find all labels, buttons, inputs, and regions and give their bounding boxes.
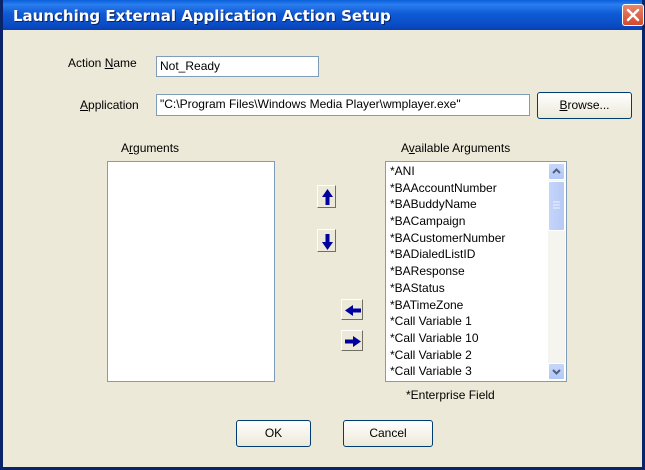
application-label-access-key: A [80, 98, 89, 112]
available-arguments-label: Available Arguments [401, 141, 510, 155]
application-label-part: pplication [88, 98, 139, 112]
action-name-label-part: Action [68, 56, 105, 70]
arguments-label-part: guments [133, 141, 180, 155]
chevron-up-icon [552, 168, 561, 174]
scroll-down-button[interactable] [548, 363, 565, 380]
arrow-up-icon [322, 189, 333, 205]
ok-button[interactable]: OK [236, 420, 311, 447]
browse-button[interactable]: Browse... [537, 92, 632, 119]
available-argument-item[interactable]: *BAResponse [387, 263, 548, 280]
grip-icon [553, 201, 560, 209]
available-argument-item[interactable]: *BAStatus [387, 280, 548, 297]
arrow-right-icon [345, 336, 361, 347]
available-argument-item[interactable]: *Call Variable 10 [387, 330, 548, 347]
arguments-list[interactable] [107, 161, 275, 382]
move-right-button[interactable] [341, 330, 363, 351]
available-argument-item[interactable]: *Call Variable 1 [387, 313, 548, 330]
title-bar[interactable]: Launching External Application Action Se… [3, 0, 644, 30]
chevron-down-icon [552, 369, 561, 375]
arrow-down-icon [322, 234, 333, 250]
arguments-label-part: A [121, 141, 130, 155]
browse-label-part: rowse... [567, 98, 610, 112]
available-argument-item[interactable]: *BACustomerNumber [387, 230, 548, 247]
available-arguments-list[interactable]: *ANI *BAAccountNumber *BABuddyName *BACampa… [387, 163, 548, 380]
enterprise-field-note: *Enterprise Field [406, 388, 495, 402]
available-argument-item[interactable]: *BABuddyName [387, 196, 548, 213]
application-label: Application [80, 98, 139, 112]
browse-access-key: B [559, 98, 568, 112]
application-path-field[interactable]: "C:\Program Files\Windows Media Player\w… [156, 94, 530, 116]
arrow-left-icon [345, 305, 361, 316]
available-argument-item[interactable]: *Call Variable 2 [387, 347, 548, 364]
available-argument-item[interactable]: *BAAccountNumber [387, 180, 548, 197]
available-argument-item[interactable]: *BADialedListID [387, 246, 548, 263]
arguments-label: Arguments [121, 141, 179, 155]
move-down-button[interactable] [317, 229, 336, 252]
action-name-label-part: ame [113, 56, 137, 70]
available-label-part: A [401, 141, 409, 155]
cancel-button[interactable]: Cancel [343, 420, 433, 447]
available-argument-item[interactable]: *Call Variable 3 [387, 363, 548, 380]
close-icon [626, 8, 640, 22]
available-label-part: ailable Arguments [414, 141, 511, 155]
available-arguments-scrollbar[interactable] [548, 163, 565, 380]
available-argument-item[interactable]: *BATimeZone [387, 297, 548, 314]
close-button[interactable] [622, 4, 644, 26]
available-argument-item[interactable]: *BACampaign [387, 213, 548, 230]
action-name-field[interactable]: Not_Ready [156, 56, 319, 77]
available-argument-item[interactable]: *ANI [387, 163, 548, 180]
action-name-label: Action Name [68, 56, 137, 70]
move-up-button[interactable] [317, 185, 336, 208]
dialog-window: Launching External Application Action Se… [0, 0, 645, 470]
scroll-thumb[interactable] [548, 181, 565, 231]
scroll-up-button[interactable] [548, 163, 565, 180]
window-title: Launching External Application Action Se… [13, 7, 391, 25]
move-left-button[interactable] [341, 299, 363, 320]
